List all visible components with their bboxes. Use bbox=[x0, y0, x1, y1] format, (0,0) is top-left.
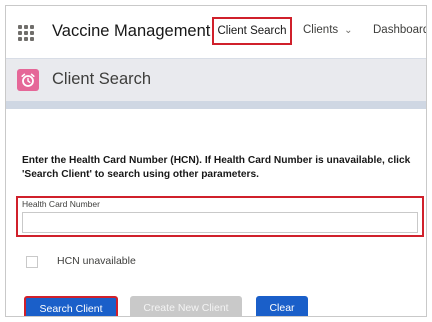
clear-button[interactable]: Clear bbox=[256, 296, 308, 316]
search-client-button[interactable]: Search Client bbox=[24, 296, 118, 316]
alarm-clock-icon bbox=[17, 69, 39, 91]
tab-dashboards-label: Dashboards bbox=[373, 24, 426, 36]
health-card-number-field: Health Card Number bbox=[16, 196, 424, 237]
instructions-text: Enter the Health Card Number (HCN). If H… bbox=[22, 155, 411, 180]
page-title: Client Search bbox=[52, 70, 152, 88]
health-card-number-input[interactable] bbox=[22, 212, 418, 233]
chevron-down-icon[interactable]: ⌄ bbox=[344, 25, 352, 36]
tab-client-search[interactable]: Client Search bbox=[212, 17, 292, 45]
tab-clients-label: Clients bbox=[303, 24, 339, 36]
tab-clients[interactable]: Clients ⌄ bbox=[303, 24, 353, 36]
app-launcher-icon[interactable] bbox=[18, 25, 34, 41]
hcn-unavailable-label: HCN unavailable bbox=[57, 255, 136, 267]
tab-client-search-label: Client Search bbox=[217, 25, 287, 37]
header-divider bbox=[6, 101, 426, 109]
app-window: Vaccine Management Client Search Clients… bbox=[5, 5, 427, 317]
app-name: Vaccine Management bbox=[52, 22, 211, 40]
tab-dashboards[interactable]: Dashboards bbox=[373, 24, 426, 36]
hcn-unavailable-checkbox[interactable] bbox=[26, 256, 38, 268]
create-new-client-button[interactable]: Create New Client bbox=[130, 296, 242, 316]
top-navigation-bar: Vaccine Management Client Search Clients… bbox=[6, 6, 426, 59]
health-card-number-label: Health Card Number bbox=[22, 199, 100, 209]
